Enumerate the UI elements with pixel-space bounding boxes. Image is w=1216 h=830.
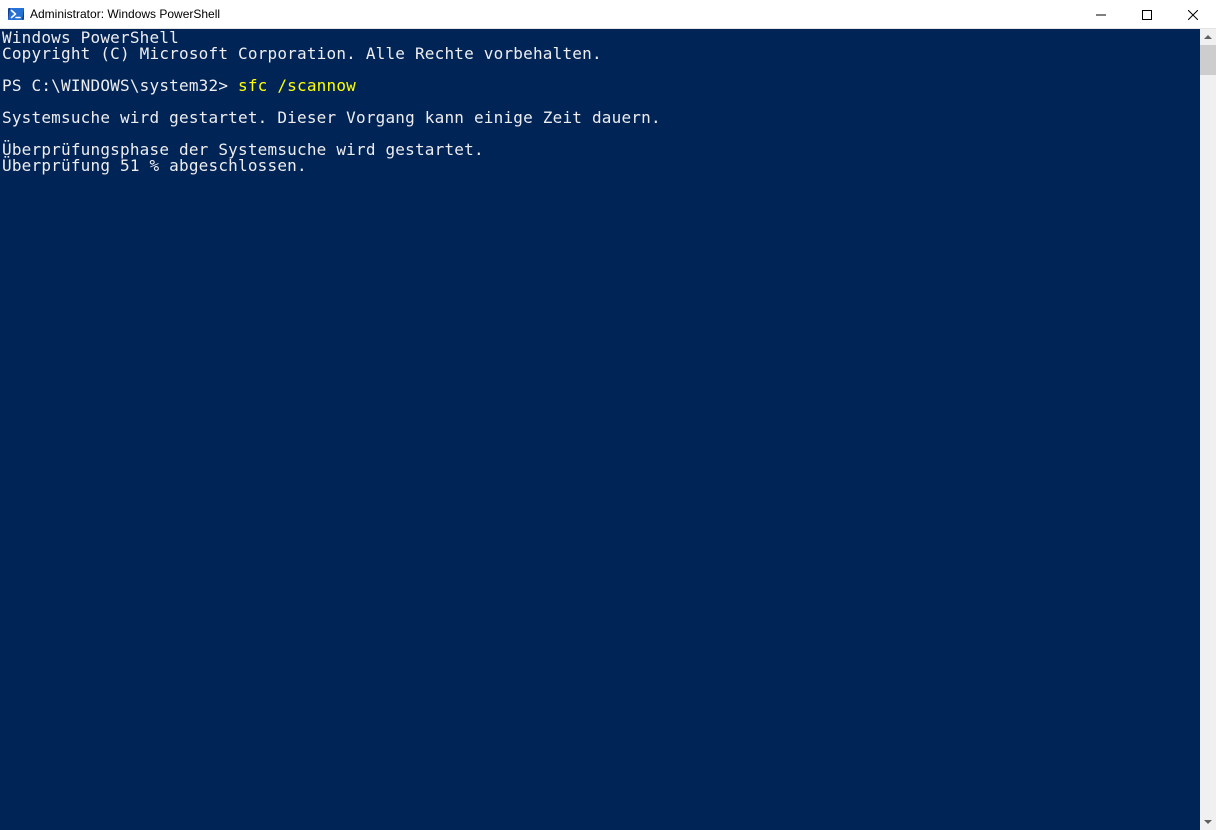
console-output-line3: Überprüfung 51 % abgeschlossen.: [2, 156, 307, 175]
console-header-line2: Copyright (C) Microsoft Corporation. All…: [2, 44, 602, 63]
console-output[interactable]: Windows PowerShell Copyright (C) Microso…: [0, 29, 1200, 830]
maximize-icon: [1142, 10, 1152, 20]
chevron-up-icon: [1204, 33, 1212, 41]
scroll-down-arrow[interactable]: [1200, 814, 1216, 830]
window-controls: [1078, 0, 1216, 28]
vertical-scrollbar[interactable]: [1200, 29, 1216, 830]
minimize-button[interactable]: [1078, 0, 1124, 29]
minimize-icon: [1096, 10, 1106, 20]
console-prompt: PS C:\WINDOWS\system32>: [2, 76, 228, 95]
powershell-icon: [8, 6, 24, 22]
titlebar[interactable]: Administrator: Windows PowerShell: [0, 0, 1216, 29]
titlebar-left: Administrator: Windows PowerShell: [0, 6, 220, 22]
chevron-down-icon: [1204, 818, 1212, 826]
scroll-track[interactable]: [1200, 45, 1216, 814]
scroll-thumb[interactable]: [1200, 45, 1216, 75]
close-icon: [1188, 10, 1198, 20]
console-output-line1: Systemsuche wird gestartet. Dieser Vorga…: [2, 108, 661, 127]
console-area: Windows PowerShell Copyright (C) Microso…: [0, 29, 1216, 830]
window-title: Administrator: Windows PowerShell: [30, 7, 220, 21]
maximize-button[interactable]: [1124, 0, 1170, 29]
close-button[interactable]: [1170, 0, 1216, 29]
console-command: sfc /scannow: [238, 76, 356, 95]
scroll-up-arrow[interactable]: [1200, 29, 1216, 45]
